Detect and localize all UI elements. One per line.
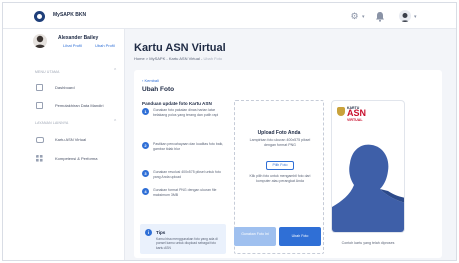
- back-label: Kembali: [144, 78, 159, 83]
- view-profile-link[interactable]: Lihat Profil: [63, 43, 82, 48]
- sidebar-item-dashboard[interactable]: Dashboard: [33, 82, 123, 94]
- asn-card-preview: KARTU ASN VIRTUAL: [331, 100, 405, 233]
- section-collapse-chevron-up-icon[interactable]: ⌃: [113, 68, 117, 74]
- sidebar-item-kompetensi[interactable]: Kompetensi & Performa: [33, 153, 123, 165]
- app-logo-icon[interactable]: [34, 11, 45, 22]
- sidebar-item-label: Pemutakhiran Data Mandiri: [55, 103, 104, 108]
- change-photo-button[interactable]: Ubah Foto: [279, 227, 321, 246]
- preview-brand-asn: ASN: [347, 108, 367, 118]
- app-title: MySAPK BKN: [53, 12, 87, 18]
- preview-caption: Contoh kartu yang telah diproses: [341, 241, 395, 245]
- garuda-emblem-icon: [337, 107, 345, 116]
- breadcrumb-mysapk[interactable]: MySAPK: [149, 56, 165, 61]
- breadcrumb-current: Ubah Foto: [203, 56, 223, 61]
- breadcrumb-home[interactable]: Home: [134, 56, 145, 61]
- sidebar-item-label: Kompetensi & Performa: [55, 156, 98, 161]
- card-title: Ubah Foto: [142, 86, 175, 93]
- step-text: Pastikan pencahayaan dan kualitas foto b…: [153, 142, 224, 151]
- step-text: Gunakan foto pakaian dinas harian latar …: [153, 108, 219, 117]
- upload-title: Upload Foto Anda: [257, 130, 301, 136]
- step-number: 1: [142, 108, 149, 115]
- step-number: 4: [142, 188, 149, 195]
- avatar-person-icon: [400, 13, 410, 22]
- page-title: Kartu ASN Virtual: [134, 42, 226, 54]
- app-window: MySAPK BKN ⚙ ▾ ▾ Alexander Bailey Lihat …: [2, 2, 457, 261]
- menu-section-title: LAYANAN LAINNYA: [35, 121, 69, 125]
- breadcrumb: Home > MySAPK - Kartu ASN Virtual - Ubah…: [134, 56, 223, 61]
- step-number: 3: [142, 170, 149, 177]
- edit-profile-link[interactable]: Ubah Profil: [95, 43, 115, 48]
- main-content: Kartu ASN Virtual Home > MySAPK - Kartu …: [125, 29, 456, 260]
- info-icon: i: [145, 229, 152, 236]
- guide-title: Panduan update foto Kartu ASN: [142, 101, 212, 106]
- user-avatar-small[interactable]: [399, 10, 411, 22]
- preview-brand-virtual: VIRTUAL: [347, 118, 363, 122]
- edit-photo-card: ‹ Kembali Ubah Foto Panduan update foto …: [134, 70, 442, 258]
- sidebar-item-label: Kartu ASN Virtual: [55, 137, 87, 142]
- sidebar: Alexander Bailey Lihat Profil Ubah Profi…: [3, 29, 125, 260]
- user-menu-chevron-down-icon[interactable]: ▾: [414, 14, 417, 20]
- sidebar-item-data-update[interactable]: Pemutakhiran Data Mandiri: [33, 100, 123, 112]
- choose-photo-button[interactable]: Pilih Foto: [266, 161, 294, 170]
- user-avatar: [33, 34, 47, 48]
- tips-title: Tips: [156, 230, 166, 235]
- person-silhouette-icon: [332, 144, 404, 232]
- id-card-icon: [36, 137, 44, 143]
- step-text: Gunakan resolusi 400x575 piksel untuk fo…: [153, 170, 221, 179]
- dashboard-icon: [36, 84, 43, 91]
- sidebar-item-kartu-asn[interactable]: Kartu ASN Virtual: [33, 134, 123, 146]
- top-bar: MySAPK BKN ⚙ ▾ ▾: [3, 3, 456, 29]
- settings-icon[interactable]: ⚙: [349, 11, 360, 22]
- section-collapse-chevron-up-icon[interactable]: ⌃: [113, 119, 117, 125]
- tips-box: i Tips Kamu bisa menggunakan foto yang a…: [140, 224, 226, 254]
- sidebar-item-label: Dashboard: [55, 85, 75, 90]
- grid-icon: [36, 155, 43, 162]
- breadcrumb-kartu-asn[interactable]: Kartu ASN Virtual: [169, 56, 200, 61]
- user-name: Alexander Bailey: [58, 35, 99, 41]
- tips-text: Kamu bisa menggunakan foto yang ada di p…: [156, 237, 218, 250]
- document-icon: [36, 102, 43, 109]
- notification-bell-icon[interactable]: [375, 11, 385, 22]
- use-photo-button[interactable]: Gunakan Foto Ini: [234, 227, 276, 246]
- upload-note: Klik pilih foto untuk mengambil foto dar…: [249, 174, 311, 183]
- menu-section-title: MENU UTAMA: [35, 70, 60, 74]
- user-photo-icon: [34, 35, 46, 48]
- step-text: Gunakan format PNG dengan ukuran file ma…: [153, 188, 217, 197]
- step-number: 2: [142, 142, 149, 149]
- settings-chevron-down-icon[interactable]: ▾: [362, 14, 365, 20]
- back-link[interactable]: ‹ Kembali: [142, 78, 159, 83]
- upload-description: Lampirkan foto ukuran 400x575 piksel den…: [249, 138, 311, 147]
